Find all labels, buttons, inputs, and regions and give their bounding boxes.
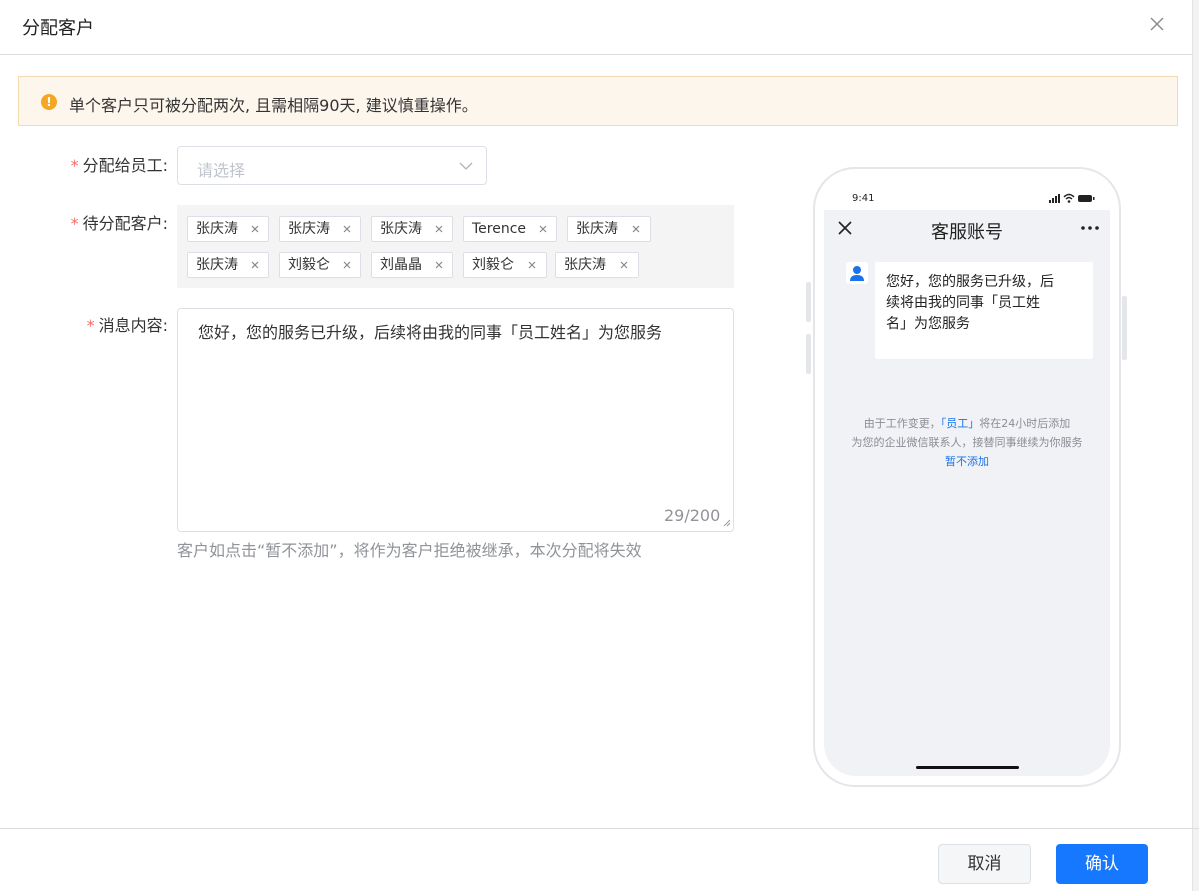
phone-side-button — [1122, 296, 1127, 360]
employee-link[interactable]: 「员工」 — [941, 417, 980, 430]
customer-tag: 张庆涛 — [187, 252, 269, 278]
user-icon — [850, 266, 864, 281]
alert-text: 单个客户只可被分配两次, 且需相隔90天, 建议慎重操作。 — [69, 96, 478, 115]
employee-label-text: 分配给员工: — [82, 156, 168, 175]
customer-tag: 张庆涛 — [555, 252, 639, 278]
customers-label: * 待分配客户: — [40, 210, 168, 234]
customer-tag-label: 张庆涛 — [288, 221, 330, 237]
message-textarea[interactable]: 您好，您的服务已升级，后续将由我的同事「员工姓名」为您服务 29/200 — [177, 308, 734, 532]
customer-tag-label: Terence — [472, 221, 527, 237]
customer-tag: 张庆涛 — [567, 216, 651, 242]
assign-customer-dialog: 分配客户 ! 单个客户只可被分配两次, 且需相隔90天, 建议慎重操作。 * 分配… — [0, 0, 1199, 891]
customer-tag-list: 张庆涛 张庆涛 张庆涛 Terence 张庆涛 张庆涛 刘毅仑 刘晶晶 刘毅仑 … — [177, 205, 734, 288]
customer-tag-label: 张庆涛 — [576, 221, 618, 237]
customer-tag: 刘毅仑 — [463, 252, 547, 278]
phone-side-button — [806, 282, 811, 322]
close-icon[interactable] — [1148, 15, 1166, 33]
customer-tag: 张庆涛 — [279, 216, 361, 242]
message-label-text: 消息内容: — [98, 316, 168, 335]
required-mark: * — [70, 214, 79, 233]
customer-tag: 刘毅仑 — [279, 252, 361, 278]
phone-side-button — [806, 334, 811, 374]
warning-icon: ! — [41, 94, 57, 110]
close-icon[interactable] — [434, 260, 444, 270]
close-icon[interactable] — [342, 224, 352, 234]
customer-tag-label: 张庆涛 — [380, 221, 422, 237]
chat-title: 客服账号 — [931, 222, 1003, 243]
customer-tag-label: 张庆涛 — [564, 257, 606, 273]
chat-navbar: 客服账号 — [824, 210, 1110, 246]
chevron-down-icon — [459, 162, 473, 170]
close-icon[interactable] — [434, 224, 444, 234]
message-text: 您好，您的服务已升级，后续将由我的同事「员工姓名」为您服务 — [198, 323, 663, 342]
customer-tag: 张庆涛 — [187, 216, 269, 242]
resize-handle-icon[interactable] — [721, 517, 731, 527]
bubble-line: 续将由我的同事「员工姓 — [886, 295, 1040, 311]
customer-tag: 张庆涛 — [371, 216, 453, 242]
system-notice-text: 由于工作变更， — [863, 417, 941, 430]
close-icon[interactable] — [342, 260, 352, 270]
customer-tag-label: 张庆涛 — [196, 221, 238, 237]
warning-alert: ! 单个客户只可被分配两次, 且需相隔90天, 建议慎重操作。 — [18, 76, 1178, 126]
confirm-button[interactable]: 确认 — [1056, 844, 1148, 884]
home-indicator — [916, 766, 1019, 769]
scrollbar[interactable] — [1192, 0, 1199, 891]
system-notice-text: 将在24小时后添加 — [979, 417, 1071, 430]
hint-text: 客户如点击“暂不添加”，将作为客户拒绝被继承，本次分配将失效 — [177, 541, 642, 560]
employee-select[interactable]: 请选择 — [177, 146, 487, 185]
customer-tag-label: 刘晶晶 — [380, 257, 422, 273]
avatar — [846, 262, 868, 284]
employee-label: * 分配给员工: — [40, 152, 168, 176]
close-icon[interactable] — [250, 224, 260, 234]
customer-tag-label: 刘毅仑 — [288, 257, 330, 273]
system-notice: 由于工作变更，「员工」将在24小时后添加 为您的企业微信联系人，接替同事继续为你… — [838, 414, 1096, 471]
dialog-title: 分配客户 — [22, 18, 94, 39]
customers-label-text: 待分配客户: — [82, 214, 168, 233]
required-mark: * — [86, 316, 95, 335]
customer-tag-label: 张庆涛 — [196, 257, 238, 273]
message-label: * 消息内容: — [40, 312, 168, 336]
required-mark: * — [70, 156, 79, 175]
phone-notch — [893, 178, 1043, 204]
char-counter: 29/200 — [664, 506, 721, 525]
customer-tag: Terence — [463, 216, 557, 242]
cancel-button[interactable]: 取消 — [938, 844, 1031, 884]
customer-tag: 刘晶晶 — [371, 252, 453, 278]
bubble-line: 您好，您的服务已升级，后 — [886, 274, 1054, 290]
phone-preview: 9:41 客服账号 您好，您的服务已升级，后 续将由我的同事「员工姓 名」为您服… — [813, 167, 1121, 787]
system-notice-text: 为您的企业微信联系人，接替同事继续为你服务 — [851, 436, 1083, 449]
close-icon[interactable] — [527, 260, 537, 270]
status-time: 9:41 — [852, 193, 875, 204]
more-icon[interactable] — [1081, 226, 1099, 230]
close-icon[interactable] — [619, 260, 629, 270]
employee-select-placeholder: 请选择 — [197, 161, 246, 180]
close-icon[interactable] — [250, 260, 260, 270]
bubble-line: 名」为您服务 — [886, 316, 970, 332]
phone-screen: 9:41 客服账号 您好，您的服务已升级，后 续将由我的同事「员工姓 名」为您服… — [824, 178, 1110, 776]
dialog-header: 分配客户 — [0, 0, 1199, 55]
decline-link[interactable]: 暂不添加 — [838, 452, 1096, 471]
message-bubble: 您好，您的服务已升级，后 续将由我的同事「员工姓 名」为您服务 — [875, 262, 1093, 359]
customer-tag-label: 刘毅仑 — [472, 257, 514, 273]
dialog-footer: 取消 确认 — [0, 828, 1199, 891]
signal-wifi-battery-icon — [1049, 193, 1095, 203]
close-icon[interactable] — [538, 224, 548, 234]
close-icon[interactable] — [631, 224, 641, 234]
